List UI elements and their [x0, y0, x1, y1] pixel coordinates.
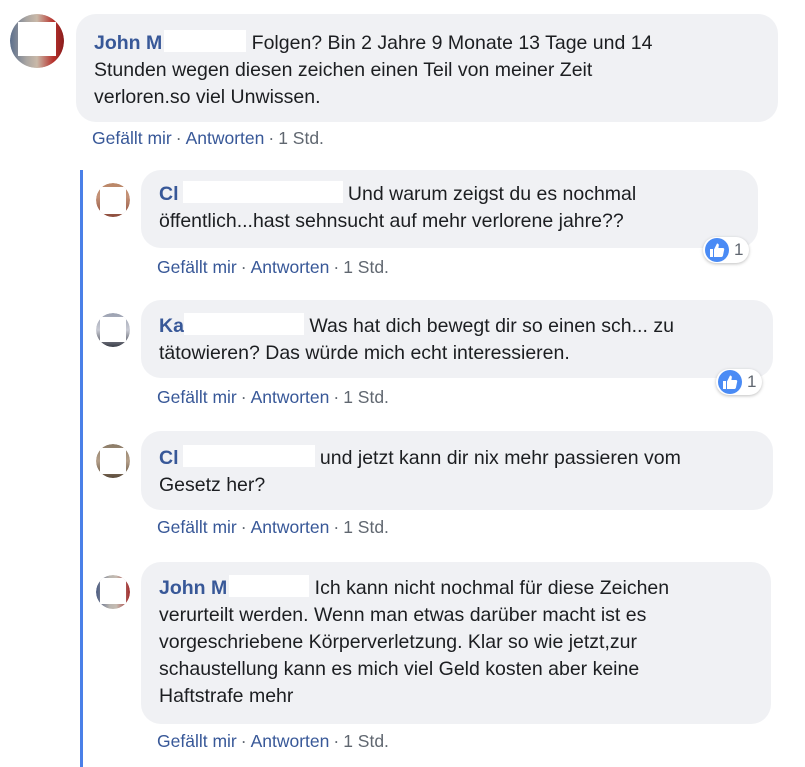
- reply-text-line3: vorgeschriebene Körperverletzung. Klar s…: [159, 631, 637, 653]
- author-name[interactable]: Cl: [159, 447, 179, 469]
- reply-link[interactable]: Antworten: [186, 128, 265, 148]
- reply-text-line1: Ich kann nicht nochmal für diese Zeichen: [314, 577, 670, 599]
- reply-actions: Gefällt mir · Antworten · 1 Std.: [157, 257, 389, 278]
- reply-text-line2: Gesetz her?: [159, 474, 266, 496]
- comment-text-line3: verloren.so viel Unwissen.: [94, 86, 321, 108]
- timestamp[interactable]: 1 Std.: [343, 387, 389, 407]
- separator: ·: [333, 387, 340, 407]
- reply-bubble: Cl und jetzt kann dir nix mehr passieren…: [141, 431, 773, 510]
- redacted-name: [182, 445, 315, 467]
- separator: ·: [240, 387, 247, 407]
- reply-bubble: Cl Und warum zeigst du es nochmal öffent…: [141, 170, 758, 248]
- separator: ·: [175, 128, 182, 148]
- reaction-badge[interactable]: 1: [703, 237, 750, 263]
- author-name[interactable]: Ka: [159, 315, 184, 337]
- author-name[interactable]: Cl: [159, 183, 179, 205]
- reply-bubble: John M Ich kann nicht nochmal für diese …: [141, 562, 771, 724]
- like-link[interactable]: Gefällt mir: [157, 257, 237, 277]
- avatar[interactable]: [96, 313, 130, 347]
- like-link[interactable]: Gefällt mir: [157, 517, 237, 537]
- reply-text-line5: Haftstrafe mehr: [159, 685, 294, 707]
- comment-text-line2: Stunden wegen diesen zeichen einen Teil …: [94, 59, 593, 81]
- reply-link[interactable]: Antworten: [251, 517, 330, 537]
- separator: ·: [333, 257, 340, 277]
- reply-text-line2: verurteilt werden. Wenn man etwas darübe…: [159, 604, 647, 626]
- author-name[interactable]: John M: [159, 577, 227, 599]
- reply-text-line1: Und warum zeigst du es nochmal: [347, 183, 637, 205]
- reply-text-line4: schaustellung kann es mich viel Geld kos…: [159, 658, 640, 680]
- reply-link[interactable]: Antworten: [251, 387, 330, 407]
- avatar[interactable]: [96, 444, 130, 478]
- separator: ·: [240, 257, 247, 277]
- timestamp[interactable]: 1 Std.: [343, 257, 389, 277]
- redacted-name: [229, 575, 310, 597]
- reply-bubble: Ka Was hat dich bewegt dir so einen sch.…: [141, 300, 773, 378]
- reply-link[interactable]: Antworten: [251, 257, 330, 277]
- reply-actions: Gefällt mir · Antworten · 1 Std.: [157, 517, 389, 538]
- comment-actions: Gefällt mir · Antworten · 1 Std.: [92, 128, 324, 149]
- comment-bubble: John M Folgen? Bin 2 Jahre 9 Monate 13 T…: [76, 14, 778, 122]
- redacted-name: [182, 181, 343, 203]
- separator: ·: [333, 517, 340, 537]
- reaction-badge[interactable]: 1: [716, 369, 763, 395]
- like-icon: [718, 370, 742, 394]
- author-name[interactable]: John M: [94, 32, 162, 54]
- separator: ·: [240, 731, 247, 751]
- separator: ·: [240, 517, 247, 537]
- comment-text-line1: Folgen? Bin 2 Jahre 9 Monate 13 Tage und…: [251, 32, 653, 54]
- like-link[interactable]: Gefällt mir: [157, 731, 237, 751]
- separator: ·: [268, 128, 275, 148]
- timestamp[interactable]: 1 Std.: [343, 731, 389, 751]
- avatar[interactable]: [96, 575, 130, 609]
- reaction-count: 1: [734, 240, 744, 259]
- avatar[interactable]: [96, 183, 130, 217]
- reply-actions: Gefällt mir · Antworten · 1 Std.: [157, 731, 389, 752]
- reply-thread-line: [80, 170, 83, 767]
- reaction-count: 1: [747, 372, 757, 391]
- reply-text-line1: Was hat dich bewegt dir so einen sch... …: [309, 315, 674, 337]
- redacted-name: [164, 30, 247, 52]
- like-link[interactable]: Gefällt mir: [92, 128, 172, 148]
- like-link[interactable]: Gefällt mir: [157, 387, 237, 407]
- reply-text-line1: und jetzt kann dir nix mehr passieren vo…: [319, 447, 681, 469]
- reply-link[interactable]: Antworten: [251, 731, 330, 751]
- avatar[interactable]: [10, 14, 64, 68]
- like-icon: [705, 238, 729, 262]
- separator: ·: [333, 731, 340, 751]
- timestamp[interactable]: 1 Std.: [343, 517, 389, 537]
- reply-text-line2: tätowieren? Das würde mich echt interess…: [159, 342, 570, 364]
- reply-actions: Gefällt mir · Antworten · 1 Std.: [157, 387, 389, 408]
- reply-text-line2: öffentlich...hast sehnsucht auf mehr ver…: [159, 210, 624, 232]
- timestamp[interactable]: 1 Std.: [278, 128, 324, 148]
- redacted-name: [183, 313, 304, 335]
